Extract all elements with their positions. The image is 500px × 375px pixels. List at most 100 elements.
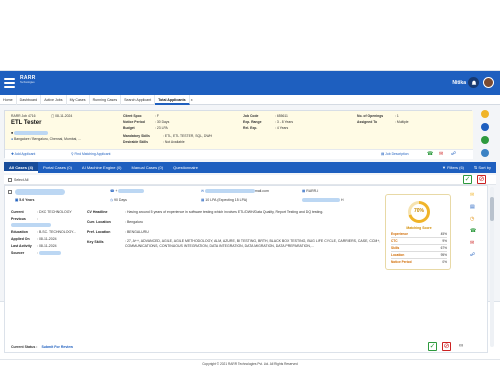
email-icon[interactable]: ✉	[470, 240, 474, 246]
tab-home[interactable]: Home	[0, 95, 17, 105]
cur-location-value: : Bengaluru	[125, 220, 143, 224]
footer: Copyright © 2021 RARR Technologies Pvt. …	[0, 359, 500, 368]
phone-icon: ☎	[110, 189, 115, 193]
tab-my-cases[interactable]: My Cases	[67, 95, 90, 105]
metric-value: 67%	[440, 246, 447, 250]
client-spoc-value: : F	[155, 114, 159, 118]
previous-label: Previous	[11, 217, 26, 221]
candidate-name[interactable]	[15, 189, 65, 195]
metric-ctc: CTC 9%	[391, 239, 447, 243]
id-icon: ▦	[302, 189, 306, 193]
metric-name: Notice Period	[391, 260, 412, 264]
candidate-email[interactable]: ✉ mail.com	[201, 189, 269, 194]
metric-value: 95%	[440, 253, 447, 257]
job-location-text: Bangalore / Bengaluru, Chennai, Mumbai, …	[14, 137, 81, 141]
select-all-checkbox[interactable]	[8, 178, 12, 183]
candidate-checkbox-wrap[interactable]	[8, 190, 14, 195]
people-icon[interactable]	[481, 149, 489, 157]
current-value: : DXC TECHNOLOGY	[37, 210, 72, 214]
tab-portal-cases[interactable]: Portal Cases (0)	[38, 162, 77, 173]
tab-dashboard[interactable]: Dashboard	[17, 95, 42, 105]
whatsapp-icon[interactable]: ☎	[427, 151, 433, 157]
document-icon[interactable]: ▤	[470, 204, 475, 210]
client-icon: ■	[11, 131, 14, 135]
document-icon: ▤	[381, 152, 385, 156]
select-all[interactable]: Select All	[8, 178, 28, 183]
chat-icon[interactable]	[481, 136, 489, 144]
current-status-value[interactable]: Submit For Review	[41, 345, 73, 349]
notice-value: : 30 Days	[155, 120, 170, 124]
filters-button[interactable]: ▼ Filters (6)	[442, 162, 464, 173]
bulk-approve-button[interactable]: ✓	[463, 175, 472, 184]
previous-company	[11, 223, 51, 228]
add-applicant-button[interactable]: ✚ Add Applicant	[11, 152, 35, 156]
tab-ai-machine-engine[interactable]: AI Machine Engine (0)	[77, 162, 127, 173]
applied-label: Applied On	[11, 237, 30, 241]
job-code-label: Job Code	[243, 114, 259, 118]
desirable-value: : Not Available	[163, 140, 185, 144]
metric-divider	[391, 258, 447, 259]
approve-button[interactable]: ✓	[428, 342, 437, 351]
filter-icon: ▼	[442, 165, 446, 170]
tab-manual-cases[interactable]: Manual Cases (0)	[127, 162, 169, 173]
job-title[interactable]: ETL Tester	[11, 120, 41, 126]
sort-button[interactable]: ⇅ Sort by	[474, 162, 491, 173]
job-description-button[interactable]: ▤ Job Description	[381, 152, 409, 156]
share-icon[interactable]: ☍	[470, 252, 475, 258]
cv-headline-label: CV Headline	[87, 210, 108, 214]
info-icon[interactable]	[481, 123, 489, 131]
brand-logo[interactable]: RARR Technologies	[20, 75, 54, 91]
metric-name: CTC	[391, 239, 398, 243]
metric-divider	[391, 251, 447, 252]
scrollbar-thumb[interactable]	[490, 197, 494, 221]
filters-label: Filters (6)	[447, 165, 464, 170]
app-frame: RARR Technologies Nitika Home Dashboard …	[0, 70, 500, 368]
user-name[interactable]: Nitika	[452, 80, 466, 86]
tab-search-applicant[interactable]: Search Applicant	[121, 95, 156, 105]
scrollbar[interactable]	[490, 187, 494, 347]
tab-all-cases[interactable]: All Cases (4)	[4, 162, 39, 173]
reject-button[interactable]: ⊘	[442, 342, 451, 351]
candidate-card: ▣ 5.6 Years ☎ + ◷ 90 Days ✉ mail.com ▩ 1…	[4, 185, 488, 353]
exp-range-value: : 3 - 8 Years	[275, 120, 294, 124]
matching-score-label: Matching Score	[406, 226, 432, 230]
exp-range-label: Exp. Range	[243, 120, 262, 124]
logo-subtitle: Technologies	[20, 81, 35, 84]
sourcer-redacted	[38, 251, 61, 256]
menu-icon[interactable]	[4, 78, 15, 88]
cur-location-label: Curr. Location	[87, 220, 111, 224]
find-matching-button[interactable]: ⚲ Find Matching Applicant	[71, 152, 110, 156]
avatar[interactable]	[483, 77, 494, 88]
tab-close-icon[interactable]: x	[190, 95, 194, 105]
client-spoc-label: Client Spoc	[123, 114, 142, 118]
money-icon: ▩	[201, 198, 205, 202]
candidate-h-redacted	[302, 198, 340, 203]
sort-icon: ⇅	[473, 165, 478, 170]
history-icon[interactable]: ◷	[470, 216, 474, 222]
candidate-email-redacted	[204, 189, 255, 194]
key-skills-value: : 27, A++, ADVANCED, AGILE, AGILE METHOD…	[125, 239, 381, 248]
tab-running-cases[interactable]: Running Cases	[90, 95, 122, 105]
bulk-reject-button[interactable]: ⊘	[477, 175, 486, 184]
budget-value: : 23 LPA	[155, 126, 168, 130]
tab-questionnaire[interactable]: Questionnaire	[168, 162, 203, 173]
tab-total-applicants[interactable]: Total Applicants	[155, 95, 190, 105]
candidate-phone-prefix: +	[115, 189, 118, 193]
candidate-checkbox[interactable]	[8, 190, 12, 195]
tab-active-jobs[interactable]: Active Jobs	[41, 95, 67, 105]
job-date: ▢ 08-11-2024	[51, 114, 72, 118]
job-client: ■	[11, 131, 49, 136]
right-rail	[478, 110, 492, 162]
share-icon[interactable]: ☍	[451, 151, 456, 157]
email-icon[interactable]: ✉	[439, 151, 443, 157]
candidate-phone: ☎ +	[110, 189, 145, 194]
whatsapp-icon[interactable]: ☎	[470, 228, 476, 234]
case-filter-tabs: All Cases (4) Portal Cases (0) AI Machin…	[4, 162, 496, 173]
comment-icon[interactable]: ✉	[470, 192, 474, 198]
notification-bell-icon[interactable]	[468, 77, 479, 88]
help-icon[interactable]	[481, 110, 489, 118]
matching-score-panel: 70% Matching Score Experience 45% CTC 9% S…	[385, 194, 451, 270]
openings-value: : 1	[395, 114, 399, 118]
sort-label: Sort by	[478, 165, 491, 170]
link-icon[interactable]: ∞	[459, 343, 463, 349]
